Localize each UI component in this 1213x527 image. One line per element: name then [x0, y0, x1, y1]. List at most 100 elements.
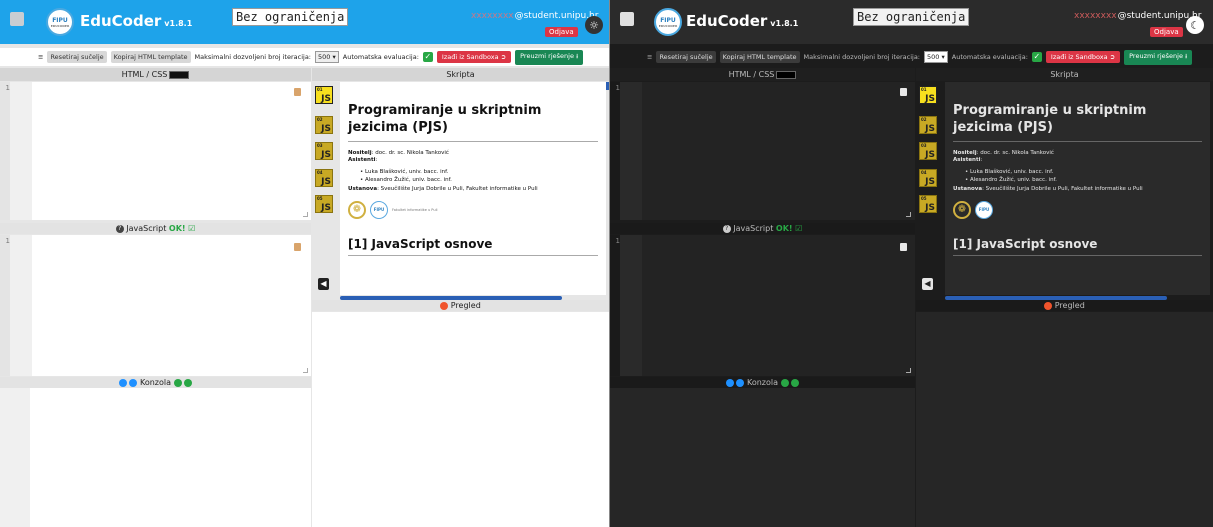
clipboard-icon[interactable]: [294, 243, 301, 251]
editor-gutter: [0, 235, 10, 376]
download-solution-button[interactable]: Preuzmi rješenje ⭳: [515, 49, 584, 65]
resize-handle[interactable]: [906, 212, 911, 217]
max-iterations-select[interactable]: 500 ▾: [924, 51, 948, 63]
color-swatch[interactable]: [776, 70, 797, 79]
app-title: EduCoder v1.8.1: [686, 12, 799, 30]
clipboard-icon[interactable]: [900, 243, 907, 251]
plus-icon[interactable]: [791, 378, 800, 387]
js-exercise-tile[interactable]: 03 JS: [315, 142, 333, 160]
sliders-icon[interactable]: ≡: [38, 53, 43, 61]
toggle-icon[interactable]: [173, 378, 182, 387]
institution-logos: ❁ FIPU Fakultet informatike u Puli: [348, 201, 598, 219]
js-exercise-tile[interactable]: 01 JS: [315, 86, 333, 104]
color-swatch[interactable]: [169, 70, 190, 79]
link-icon[interactable]: [118, 378, 127, 387]
toggle-icon[interactable]: [780, 378, 789, 387]
javascript-editor[interactable]: [10, 235, 311, 376]
js-exercise-tile[interactable]: 05 JS: [315, 195, 333, 213]
sun-icon[interactable]: ☼: [585, 16, 603, 34]
fipu-logo: FIPU: [975, 201, 993, 219]
html-editor[interactable]: [10, 82, 311, 220]
section-title: [1] JavaScript osnove: [953, 237, 1098, 251]
moon-icon[interactable]: ☾: [1186, 16, 1204, 34]
javascript-status-bar: ? JavaScript OK! ☑: [610, 223, 915, 234]
list-item: Alesandro Žužić, univ. bacc. inf.: [360, 176, 598, 184]
user-email: xxxxxxxx@student.unipu.hr: [1074, 11, 1202, 21]
js-exercise-tile[interactable]: 05 JS: [919, 195, 937, 213]
console-bar: Konzola: [610, 377, 915, 388]
exit-sandbox-button[interactable]: Izađi iz Sandboxa ➲: [1045, 51, 1121, 63]
screenshot: FIPU EDUCODER EduCoder v1.8.1 Bez ograniče…: [0, 0, 1213, 527]
app-version: v1.8.1: [164, 19, 193, 28]
line-number: 1: [615, 237, 620, 245]
js-exercise-tile[interactable]: 04 JS: [315, 169, 333, 187]
logout-button[interactable]: Odjava: [545, 27, 578, 37]
faculty-name: Fakultet informatike u Puli: [392, 208, 438, 212]
auto-eval-checkbox[interactable]: ✓: [422, 52, 433, 62]
eye-off-icon[interactable]: [129, 378, 138, 387]
preview-icon[interactable]: [1044, 301, 1053, 310]
download-solution-button[interactable]: Preuzmi rješenje ⭳: [1124, 49, 1193, 65]
plus-icon[interactable]: [184, 378, 193, 387]
js-exercise-tile[interactable]: 03 JS: [919, 142, 937, 160]
collapse-button[interactable]: ◀: [922, 278, 933, 290]
toolbar: ≡ Resetiraj sučelje Kopiraj HTML templat…: [610, 48, 1213, 66]
html-editor[interactable]: [620, 82, 915, 220]
js-exercise-tile[interactable]: 02 JS: [919, 116, 937, 134]
reset-button[interactable]: Resetiraj sučelje: [47, 51, 107, 63]
document-title: Programiranje u skriptnim jezicima (PJS): [348, 103, 542, 135]
sliders-icon[interactable]: ≡: [647, 53, 652, 61]
assistants-label: Asistenti:: [953, 157, 983, 163]
collapse-button[interactable]: ◀: [318, 278, 329, 290]
mode-badge: Bez ograničenja: [853, 8, 970, 26]
max-iterations-select[interactable]: 500 ▾: [315, 51, 339, 63]
check-icon: ☑: [188, 224, 196, 233]
copy-template-button[interactable]: Kopiraj HTML template: [110, 51, 191, 63]
list-item: Luka Blašković, univ. bacc. inf.: [965, 168, 1202, 176]
preview-icon[interactable]: [440, 301, 449, 310]
mode-badge: Bez ograničenja: [232, 8, 349, 26]
logout-button[interactable]: Odjava: [1150, 27, 1183, 37]
help-icon[interactable]: ?: [722, 224, 731, 233]
fipu-logo: FIPU EDUCODER: [654, 8, 682, 36]
editor-gutter: [610, 82, 620, 220]
js-exercise-tile[interactable]: 02 JS: [315, 116, 333, 134]
max-iterations-label: Maksimalni dozvoljeni broj iteracija:: [803, 53, 920, 61]
auto-eval-checkbox[interactable]: ✓: [1031, 52, 1042, 62]
line-number: 1: [5, 84, 10, 92]
auto-eval-label: Automatska evaluacija:: [951, 53, 1028, 61]
js-exercise-tile[interactable]: 04 JS: [919, 169, 937, 187]
editor-gutter: [610, 235, 620, 376]
js-ok-status: OK!: [168, 224, 186, 233]
line-number: 1: [615, 84, 620, 92]
resize-handle[interactable]: [906, 368, 911, 373]
html-css-header: HTML / CSS: [610, 68, 915, 81]
resize-handle[interactable]: [303, 212, 308, 217]
preview-area: [312, 312, 609, 527]
editor-fold-gutter: [620, 82, 642, 220]
copy-template-button[interactable]: Kopiraj HTML template: [719, 51, 800, 63]
javascript-editor[interactable]: [620, 235, 915, 376]
script-document: Programiranje u skriptnim jezicima (PJS)…: [340, 82, 606, 295]
help-icon[interactable]: ?: [115, 224, 124, 233]
clipboard-icon[interactable]: [294, 88, 301, 96]
menu-toggle-icon[interactable]: [10, 12, 24, 26]
document-title: Programiranje u skriptnim jezicima (PJS): [953, 103, 1147, 135]
script-header: Skripta: [312, 68, 609, 81]
exercise-list: 01 JS 02 JS 03 JS 04 JS 05 JS ◀: [917, 82, 943, 300]
console-output: [610, 388, 915, 527]
menu-toggle-icon[interactable]: [620, 12, 634, 26]
reset-button[interactable]: Resetiraj sučelje: [656, 51, 716, 63]
exit-sandbox-button[interactable]: Izađi iz Sandboxa ➲: [436, 51, 512, 63]
resize-handle[interactable]: [303, 368, 308, 373]
assistants-label: Asistenti:: [348, 157, 378, 163]
clipboard-icon[interactable]: [900, 88, 907, 96]
js-exercise-tile[interactable]: 01 JS: [919, 86, 937, 104]
link-icon[interactable]: [725, 378, 734, 387]
fipu-logo: FIPU EDUCODER: [46, 8, 74, 36]
user-email: xxxxxxxx@student.unipu.hr: [471, 11, 599, 21]
holder-line: Nositelj: doc. dr. sc. Nikola Tanković: [348, 150, 449, 156]
editor-fold-gutter: [10, 82, 32, 220]
exercise-list: 01 JS 02 JS 03 JS 04 JS 05 JS ◀: [313, 82, 339, 300]
eye-off-icon[interactable]: [736, 378, 745, 387]
